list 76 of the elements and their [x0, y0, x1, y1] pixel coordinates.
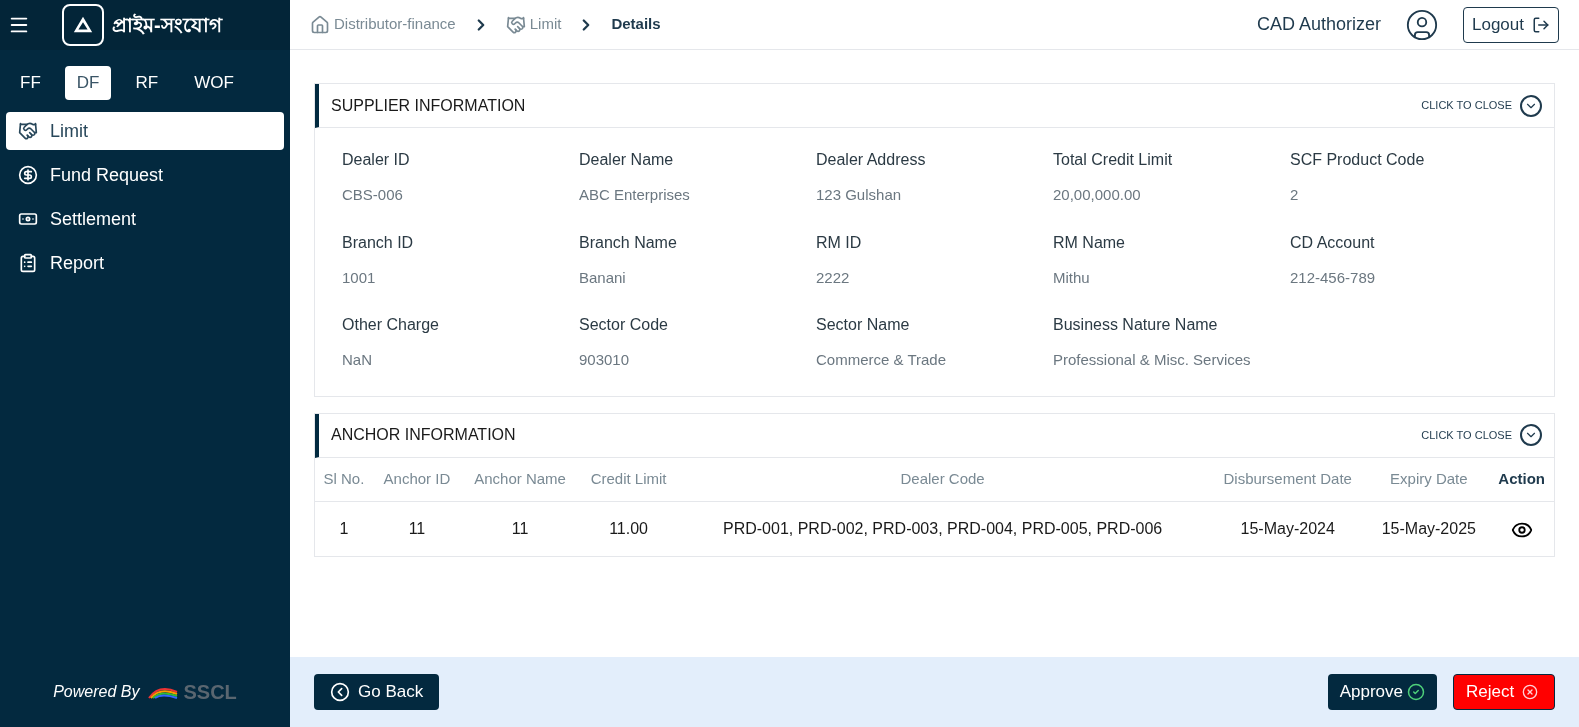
- column-header: Expiry Date: [1368, 457, 1490, 502]
- field-value: CBS-006: [342, 185, 404, 205]
- breadcrumb-link[interactable]: Distributor-finance: [310, 13, 456, 36]
- field-value: 2222: [816, 267, 851, 288]
- field-label: SCF Product Code: [1290, 150, 1426, 170]
- field-value: Commerce & Trade: [816, 350, 948, 370]
- field-label: Business Nature Name: [1053, 315, 1219, 335]
- table-cell: 11: [372, 501, 462, 556]
- handshake-icon: [505, 14, 526, 35]
- close-toggle[interactable]: CLICK TO CLOSE: [1421, 94, 1542, 117]
- field-value: ABC Enterprises: [579, 185, 691, 205]
- column-header: Anchor ID: [372, 457, 462, 502]
- column-header: Credit Limit: [579, 457, 679, 502]
- go-back-button[interactable]: Go Back: [314, 674, 440, 710]
- clipboard-icon: [18, 253, 38, 273]
- field-label: Other Charge: [342, 315, 440, 335]
- field-label: RM Name: [1053, 232, 1126, 253]
- dollar-icon: [18, 165, 38, 185]
- user-icon[interactable]: [1405, 7, 1439, 42]
- field-label: Dealer Address: [816, 150, 927, 170]
- close-icon: [1522, 684, 1539, 700]
- column-header: Action: [1489, 457, 1554, 502]
- breadcrumb-link[interactable]: Limit: [505, 13, 562, 36]
- field-value: 903010: [579, 350, 631, 370]
- brand-name: প্রাইম-সংযোগ: [112, 12, 222, 38]
- field-value: 1001: [342, 267, 377, 288]
- logo-icon: [62, 4, 104, 46]
- logout-icon: [1532, 15, 1550, 34]
- user-role: CAD Authorizer: [1256, 13, 1381, 36]
- table-cell: 11.00: [579, 501, 679, 556]
- approve-button[interactable]: Approve: [1327, 674, 1437, 710]
- field-value: 123 Gulshan: [816, 185, 903, 205]
- close-toggle[interactable]: CLICK TO CLOSE: [1421, 424, 1542, 446]
- home-icon: [310, 14, 330, 35]
- field-label: Sector Code: [579, 315, 669, 335]
- field-value: 212-456-789: [1290, 267, 1377, 288]
- field-label: Branch ID: [342, 232, 415, 253]
- logout-button[interactable]: Logout: [1463, 6, 1559, 43]
- table-cell: PRD-001, PRD-002, PRD-003, PRD-004, PRD-005, PRD-006: [678, 501, 1208, 556]
- product-tab[interactable]: DF: [64, 66, 112, 100]
- field-label: Sector Name: [816, 315, 911, 335]
- field-label: Dealer Name: [579, 150, 675, 170]
- field-value: Banani: [579, 267, 627, 288]
- column-header: Sl No.: [315, 457, 373, 502]
- product-tab[interactable]: RF: [123, 66, 171, 100]
- field-value: 2: [1290, 185, 1300, 205]
- nav-item[interactable]: Report: [6, 244, 284, 282]
- table-cell: 15-May-2025: [1368, 501, 1490, 556]
- handshake-icon: [18, 121, 38, 141]
- field-value: Professional & Misc. Services: [1053, 350, 1252, 370]
- table-cell: 15-May-2024: [1207, 501, 1369, 556]
- sscl-logo: SSCL: [147, 677, 237, 707]
- field-value: 20,00,000.00: [1053, 185, 1142, 205]
- column-header: Disbursement Date: [1207, 457, 1369, 502]
- field-value: NaN: [342, 350, 373, 370]
- product-tab[interactable]: FF: [8, 66, 53, 100]
- product-tab[interactable]: WOF: [182, 66, 246, 100]
- field-label: Dealer ID: [342, 150, 411, 170]
- field-value: Mithu: [1053, 267, 1091, 288]
- breadcrumb-link[interactable]: Details: [611, 13, 661, 36]
- check-icon: [1407, 683, 1425, 701]
- section-title: SUPPLIER INFORMATION: [331, 95, 526, 116]
- table-cell: 11: [461, 501, 579, 556]
- field-label: Branch Name: [579, 232, 678, 253]
- field-label: CD Account: [1290, 232, 1376, 253]
- column-header: Dealer Code: [678, 457, 1208, 502]
- table-cell: 1: [315, 501, 373, 556]
- nav-item[interactable]: Settlement: [6, 200, 284, 238]
- nav-item[interactable]: Limit: [6, 112, 284, 150]
- field-label: RM ID: [816, 232, 863, 253]
- reject-button[interactable]: Reject: [1453, 674, 1555, 710]
- powered-by-text: Powered By: [53, 682, 140, 702]
- column-header: Anchor Name: [461, 457, 579, 502]
- section-title: ANCHOR INFORMATION: [331, 425, 516, 445]
- field-label: Total Credit Limit: [1053, 150, 1174, 170]
- nav-item[interactable]: Fund Request: [6, 156, 284, 194]
